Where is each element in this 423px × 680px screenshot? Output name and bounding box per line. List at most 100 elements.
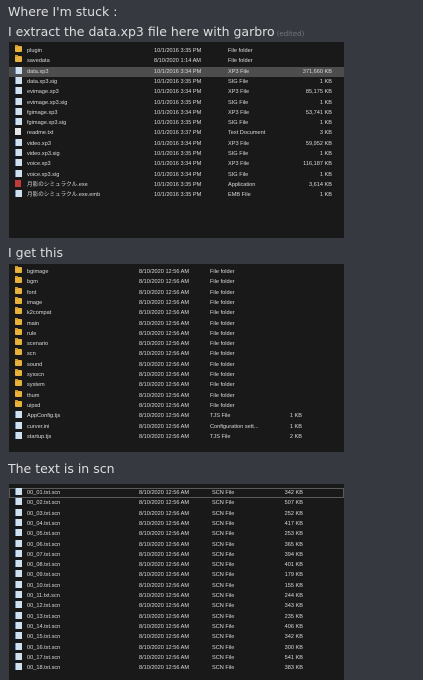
- file-row[interactable]: 00_15.txt.scn 8/10/2020 12:56 AM SCN File 3…: [9, 632, 344, 642]
- file-size: 342 KB: [284, 634, 303, 641]
- file-row[interactable]: image 8/10/2020 12:56 AM File folder: [9, 296, 344, 308]
- file-row[interactable]: system 8/10/2020 12:56 AM File folder: [9, 379, 344, 390]
- file-size: 253 KB: [284, 531, 303, 538]
- file-row[interactable]: 00_05.txt.scn 8/10/2020 12:56 AM SCN File 2…: [9, 529, 344, 539]
- file-date: 8/10/2020 12:56 AM: [139, 299, 190, 306]
- file-icon: [15, 560, 22, 568]
- file-icon: [15, 621, 22, 629]
- file-size: 252 KB: [284, 510, 303, 517]
- file-row[interactable]: 00_18.txt.scn 8/10/2020 12:56 AM SCN File 3…: [9, 663, 344, 673]
- file-row[interactable]: 00_12.txt.scn 8/10/2020 12:56 AM SCN File 3…: [9, 601, 344, 611]
- file-row[interactable]: data.xp3.sig 10/1/2016 3:35 PM SIG File 1 K…: [9, 76, 344, 87]
- file-row[interactable]: plugin 10/1/2016 3:35 PM File folder: [9, 45, 344, 56]
- file-row[interactable]: 00_08.txt.scn 8/10/2020 12:56 AM SCN File 4…: [9, 560, 344, 570]
- file-name: 00_14.txt.scn: [27, 623, 61, 630]
- message-extract-text: I extract the data.xp3 file here with ga…: [8, 24, 275, 39]
- file-type: File folder: [210, 372, 235, 378]
- file-name: startup.tjs: [27, 433, 52, 440]
- file-row[interactable]: video.xp3.sig 10/1/2016 3:35 PM SIG File 1 …: [9, 149, 344, 159]
- file-icon: [15, 87, 22, 95]
- file-name: image: [27, 299, 43, 306]
- file-size: 371,660 KB: [302, 68, 332, 75]
- file-row[interactable]: voice.xp3.sig 10/1/2016 3:34 PM SIG File 1 …: [9, 169, 344, 180]
- file-row[interactable]: 00_16.txt.scn 8/10/2020 12:56 AM SCN File 3…: [9, 642, 344, 653]
- file-row[interactable]: 00_07.txt.scn 8/10/2020 12:56 AM SCN File 3…: [9, 549, 344, 560]
- file-row[interactable]: bgm 8/10/2020 12:56 AM File folder: [9, 276, 344, 287]
- file-row[interactable]: 00_03.txt.scn 8/10/2020 12:56 AM SCN File 2…: [9, 508, 344, 519]
- file-row[interactable]: fgimage.xp3.sig 10/1/2016 3:35 PM SIG File…: [9, 118, 344, 128]
- file-row[interactable]: main 8/10/2020 12:56 AM File folder: [9, 317, 344, 329]
- file-row[interactable]: savedata 8/10/2020 1:14 AM File folder: [9, 55, 344, 66]
- file-name: 00_13.txt.scn: [27, 613, 61, 620]
- file-row[interactable]: startup.tjs 8/10/2020 12:56 AM TJS File 2 K…: [9, 431, 344, 442]
- file-row[interactable]: sound 8/10/2020 12:56 AM File folder: [9, 358, 344, 370]
- file-icon: [15, 66, 22, 74]
- file-row[interactable]: thum 8/10/2020 12:56 AM File folder: [9, 389, 344, 401]
- file-row[interactable]: 月影のシミュラクル.exe.emb 10/1/2016 3:35 PM EMB Fi…: [9, 190, 344, 200]
- file-row[interactable]: font 8/10/2020 12:56 AM File folder: [9, 286, 344, 298]
- file-row[interactable]: uipsd 8/10/2020 12:56 AM File folder: [9, 399, 344, 411]
- file-row[interactable]: 00_13.txt.scn 8/10/2020 12:56 AM SCN File 2…: [9, 611, 344, 622]
- file-row[interactable]: k2compat 8/10/2020 12:56 AM File folder: [9, 307, 344, 318]
- file-row[interactable]: 00_17.txt.scn 8/10/2020 12:56 AM SCN File 5…: [9, 652, 344, 663]
- file-icon: [15, 431, 22, 439]
- file-type: SCN File: [212, 490, 235, 496]
- file-row[interactable]: 00_06.txt.scn 8/10/2020 12:56 AM SCN File 3…: [9, 539, 344, 550]
- file-type: File folder: [228, 48, 253, 54]
- file-date: 8/10/2020 12:56 AM: [139, 433, 190, 440]
- file-icon: [15, 529, 22, 537]
- file-icon: [15, 411, 22, 419]
- file-row[interactable]: curver.ini 8/10/2020 12:56 AM Configuratio…: [9, 421, 344, 432]
- file-row[interactable]: sysscn 8/10/2020 12:56 AM File folder: [9, 369, 344, 380]
- file-date: 8/10/2020 1:14 AM: [154, 58, 201, 65]
- file-row[interactable]: data.xp3 10/1/2016 3:34 PM XP3 File 371,660…: [9, 66, 344, 77]
- file-date: 8/10/2020 12:56 AM: [139, 665, 190, 672]
- file-row[interactable]: AppConfig.tjs 8/10/2020 12:56 AM TJS File 1…: [9, 411, 344, 421]
- file-icon: [15, 107, 22, 115]
- file-type: SCN File: [212, 510, 235, 517]
- file-row[interactable]: rule 8/10/2020 12:56 AM File folder: [9, 327, 344, 339]
- file-row[interactable]: scenario 8/10/2020 12:56 AM File folder: [9, 338, 344, 349]
- file-row[interactable]: scn 8/10/2020 12:56 AM File folder: [9, 348, 344, 359]
- file-type: SCN File: [212, 654, 235, 661]
- file-type: SIG File: [228, 99, 249, 106]
- file-date: 8/10/2020 12:56 AM: [139, 531, 190, 538]
- file-row[interactable]: 00_11.txt.scn 8/10/2020 12:56 AM SCN File 2…: [9, 591, 344, 601]
- file-row[interactable]: evimage.xp3.sig 10/1/2016 3:35 PM SIG File…: [9, 97, 344, 108]
- file-row[interactable]: 00_01.txt.scn 8/10/2020 12:56 AM SCN File 3…: [9, 488, 344, 499]
- file-row[interactable]: 00_02.txt.scn 8/10/2020 12:56 AM SCN File 5…: [9, 498, 344, 508]
- file-row[interactable]: readme.txt 10/1/2016 3:37 PM Text Document…: [9, 128, 344, 138]
- folder-icon: [15, 389, 22, 397]
- file-date: 8/10/2020 12:56 AM: [139, 361, 190, 368]
- file-row[interactable]: video.xp3 10/1/2016 3:34 PM XP3 File 59,952…: [9, 138, 344, 149]
- file-date: 10/1/2016 3:35 PM: [154, 120, 202, 127]
- file-type: Application: [228, 181, 256, 188]
- file-name: 00_04.txt.scn: [27, 520, 61, 527]
- file-size: 116,187 KB: [303, 161, 332, 168]
- folder-icon: [15, 307, 22, 315]
- file-type: File folder: [210, 310, 235, 317]
- file-row[interactable]: 00_09.txt.scn 8/10/2020 12:56 AM SCN File 1…: [9, 570, 344, 580]
- file-row[interactable]: 月影のシミュラクル.exe 10/1/2016 3:35 PM Applicatio…: [9, 179, 344, 190]
- folder-icon: [15, 296, 22, 304]
- file-row[interactable]: 00_14.txt.scn 8/10/2020 12:56 AM SCN File 4…: [9, 621, 344, 632]
- file-row[interactable]: 00_10.txt.scn 8/10/2020 12:56 AM SCN File 1…: [9, 580, 344, 591]
- file-type: File folder: [210, 361, 235, 368]
- file-size: 365 KB: [284, 541, 303, 548]
- file-name: AppConfig.tjs: [27, 413, 61, 420]
- file-date: 10/1/2016 3:34 PM: [154, 109, 202, 116]
- folder-icon: [15, 399, 22, 407]
- file-size: 1 KB: [289, 423, 302, 430]
- file-row[interactable]: voice.xp3 10/1/2016 3:34 PM XP3 File 116,18…: [9, 159, 344, 169]
- file-name: 00_16.txt.scn: [27, 644, 61, 651]
- file-size: 343 KB: [284, 603, 303, 610]
- file-row[interactable]: evimage.xp3 10/1/2016 3:34 PM XP3 File 85,1…: [9, 87, 344, 97]
- file-type: SCN File: [212, 665, 235, 672]
- file-row[interactable]: fgimage.xp3 10/1/2016 3:34 PM XP3 File 53,7…: [9, 107, 344, 118]
- app-icon: [15, 179, 21, 187]
- file-type: XP3 File: [228, 68, 250, 75]
- file-icon: [15, 159, 22, 167]
- file-row[interactable]: 00_04.txt.scn 8/10/2020 12:56 AM SCN File 4…: [9, 518, 344, 529]
- file-row[interactable]: bgimage 8/10/2020 12:56 AM File folder: [9, 266, 344, 277]
- file-date: 8/10/2020 12:56 AM: [139, 572, 190, 579]
